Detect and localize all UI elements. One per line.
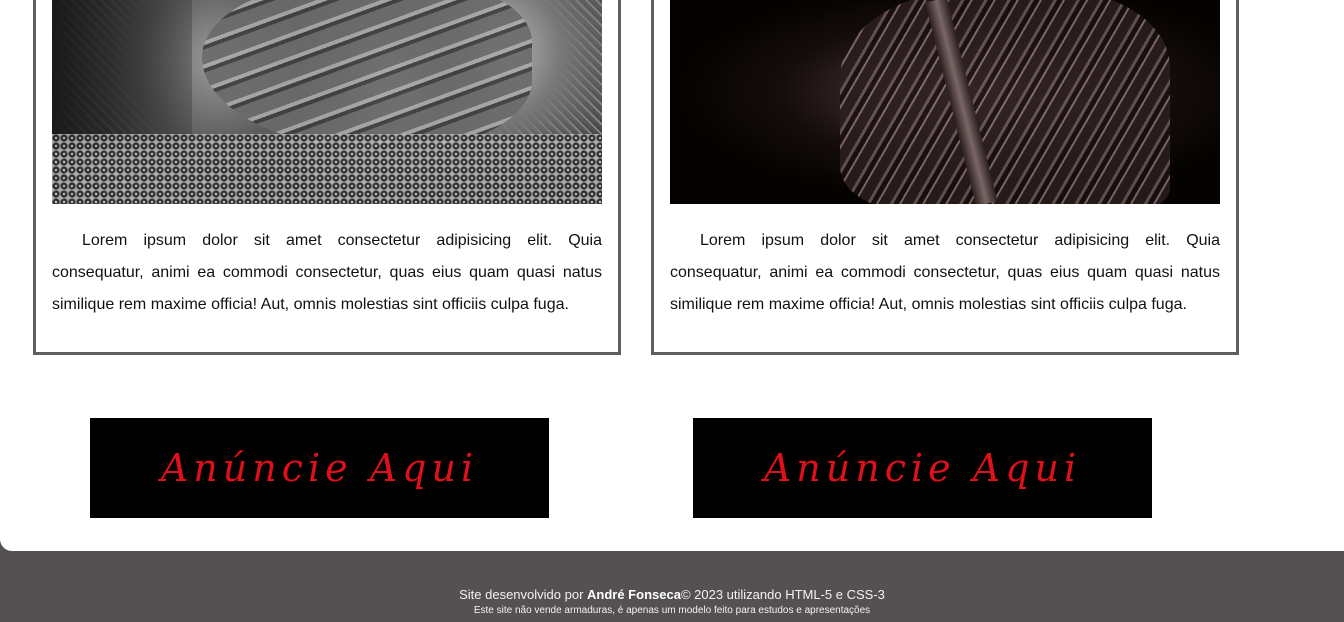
site-footer: Site desenvolvido por André Fonseca© 202… bbox=[0, 551, 1344, 622]
article-card: Lorem ipsum dolor sit amet consectetur a… bbox=[651, 0, 1239, 355]
armor-photo bbox=[670, 0, 1220, 204]
footer-disclaimer: Este site não vende armaduras, é apenas … bbox=[473, 605, 871, 616]
card-text: Lorem ipsum dolor sit amet consectetur a… bbox=[52, 232, 602, 313]
chainmail bbox=[52, 134, 602, 204]
ad-banner[interactable]: Anúncie Aqui bbox=[90, 418, 549, 518]
ad-label: Anúncie Aqui bbox=[763, 446, 1082, 490]
ad-banner[interactable]: Anúncie Aqui bbox=[693, 418, 1152, 518]
footer-credits: Site desenvolvido por André Fonseca© 202… bbox=[0, 587, 1344, 602]
armor-body bbox=[840, 0, 1170, 204]
footer-suffix: © 2023 utilizando HTML-5 e CSS-3 bbox=[680, 587, 885, 602]
card-text: Lorem ipsum dolor sit amet consectetur a… bbox=[670, 232, 1220, 313]
footer-author: André Fonseca bbox=[587, 587, 681, 602]
photo-shadow bbox=[52, 0, 192, 150]
armor-plate bbox=[202, 0, 532, 150]
footer-prefix: Site desenvolvido por bbox=[459, 587, 588, 602]
armor-photo bbox=[52, 0, 602, 204]
ad-label: Anúncie Aqui bbox=[160, 446, 479, 490]
article-card: Lorem ipsum dolor sit amet consectetur a… bbox=[33, 0, 621, 355]
page-content: Lorem ipsum dolor sit amet consectetur a… bbox=[0, 0, 1344, 551]
